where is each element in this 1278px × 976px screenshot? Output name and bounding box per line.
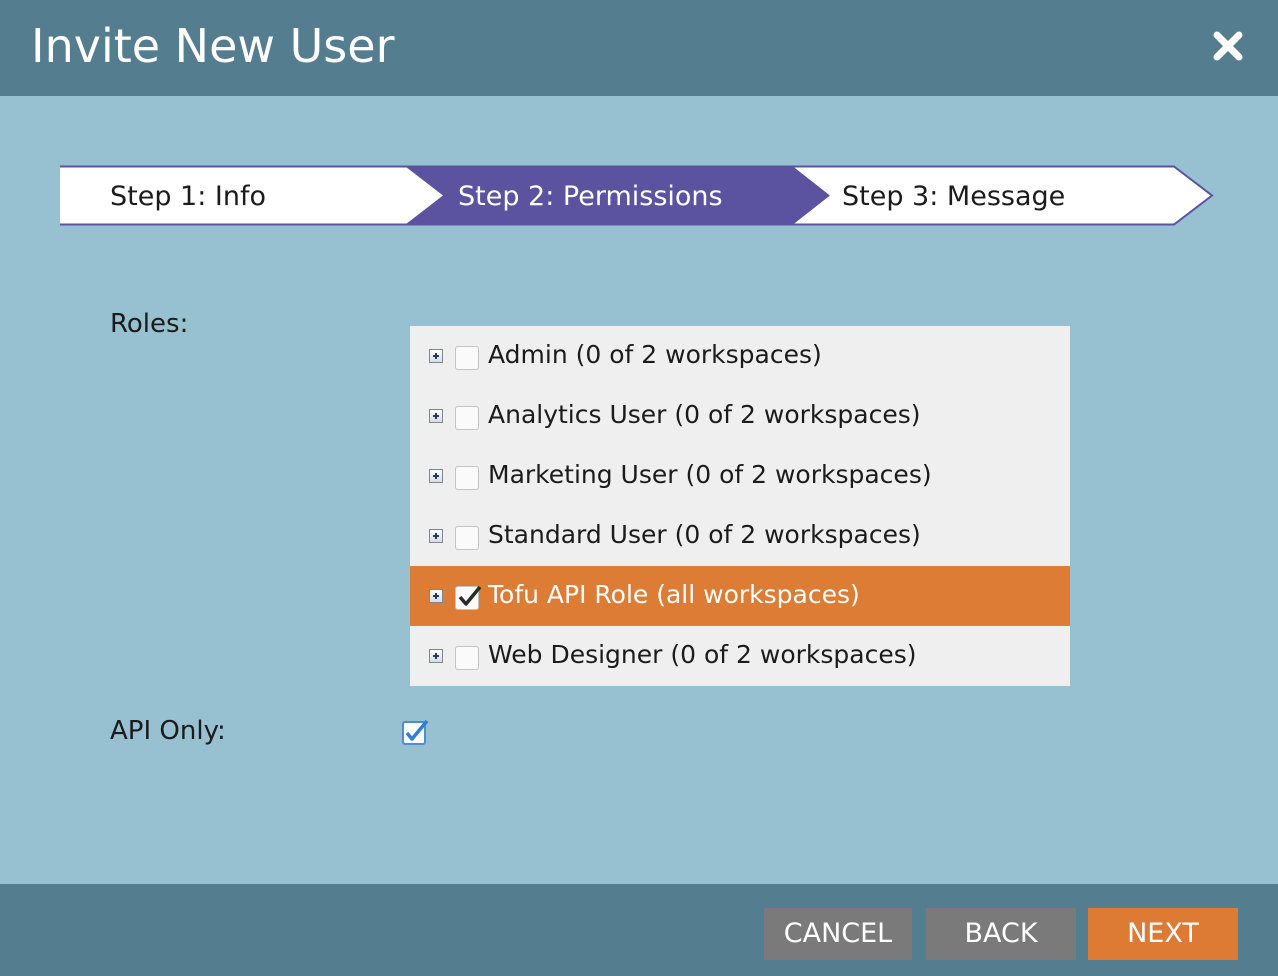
expand-plus-icon[interactable]	[429, 589, 443, 603]
role-label: Standard User (0 of 2 workspaces)	[488, 520, 921, 549]
role-checkbox[interactable]	[455, 646, 479, 670]
step-1-info[interactable]: Step 1: Info	[110, 165, 266, 226]
role-checkbox[interactable]	[455, 406, 479, 430]
role-checkbox[interactable]	[455, 466, 479, 490]
step-wizard: Step 1: Info Step 2: Permissions Step 3:…	[60, 165, 1214, 226]
checkmark-icon	[458, 585, 482, 606]
step-3-message[interactable]: Step 3: Message	[842, 165, 1065, 226]
expand-plus-icon[interactable]	[429, 409, 443, 423]
roles-label: Roles:	[110, 309, 189, 339]
dialog-titlebar: Invite New User	[0, 0, 1278, 96]
back-button[interactable]: BACK	[926, 908, 1076, 960]
expand-plus-icon[interactable]	[429, 529, 443, 543]
role-label: Web Designer (0 of 2 workspaces)	[488, 640, 917, 669]
role-row-web-designer[interactable]: Web Designer (0 of 2 workspaces)	[410, 626, 1070, 686]
close-button[interactable]	[1208, 26, 1248, 66]
role-row-standard-user[interactable]: Standard User (0 of 2 workspaces)	[410, 506, 1070, 566]
expand-plus-icon[interactable]	[429, 469, 443, 483]
dialog-footer	[0, 884, 1278, 976]
checkbox-checked-icon	[402, 719, 429, 745]
role-row-tofu-api-role[interactable]: Tofu API Role (all workspaces)	[410, 566, 1070, 626]
role-row-admin[interactable]: Admin (0 of 2 workspaces)	[410, 326, 1070, 386]
role-label: Admin (0 of 2 workspaces)	[488, 340, 822, 369]
step-2-permissions[interactable]: Step 2: Permissions	[458, 165, 723, 226]
role-label: Analytics User (0 of 2 workspaces)	[488, 400, 921, 429]
role-checkbox[interactable]	[455, 346, 479, 370]
role-row-analytics-user[interactable]: Analytics User (0 of 2 workspaces)	[410, 386, 1070, 446]
expand-plus-icon[interactable]	[429, 649, 443, 663]
api-only-label: API Only:	[110, 716, 226, 746]
expand-plus-icon[interactable]	[429, 349, 443, 363]
role-row-marketing-user[interactable]: Marketing User (0 of 2 workspaces)	[410, 446, 1070, 506]
role-label: Tofu API Role (all workspaces)	[488, 580, 860, 609]
roles-tree: Admin (0 of 2 workspaces) Analytics User…	[410, 326, 1070, 686]
api-only-checkbox[interactable]	[401, 718, 429, 746]
role-label: Marketing User (0 of 2 workspaces)	[488, 460, 932, 489]
close-icon	[1213, 31, 1243, 61]
next-button[interactable]: NEXT	[1088, 908, 1238, 960]
dialog-title: Invite New User	[31, 19, 395, 73]
cancel-button[interactable]: CANCEL	[764, 908, 912, 960]
role-checkbox-checked[interactable]	[455, 585, 482, 610]
role-checkbox[interactable]	[455, 526, 479, 550]
